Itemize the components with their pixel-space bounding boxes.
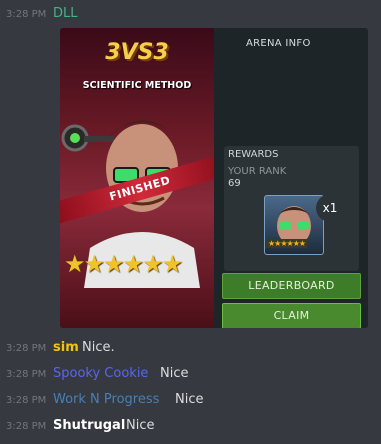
message-text: Nice [160,366,189,381]
message-text: Nice. [82,340,115,355]
message-1: 3:28 PM DLL [0,4,381,26]
message-text: Nice [126,418,155,433]
author-name[interactable]: DLL [53,6,78,21]
reward-stars: ★★★★★★ [266,239,308,248]
author-name[interactable]: Work N Progress [53,392,159,407]
arena-card: 3VS3 SCIENTIFIC METHOD FINISHED ★★★★★★ [60,28,230,328]
mode-title: 3VS3 [105,40,169,65]
rewards-label: REWARDS [228,149,279,160]
timestamp: 3:28 PM [6,343,47,354]
message-2: 3:28 PM sim Nice. [0,338,381,360]
author-name[interactable]: sim [53,340,79,355]
star-rating: ★★★★★★ [64,250,183,278]
author-name[interactable]: Spooky Cookie [53,366,148,381]
rewards-box: REWARDS YOUR RANK 69 x1 ★★★★★★ [224,146,359,271]
timestamp: 3:28 PM [6,369,47,380]
rank-label: YOUR RANK [228,166,287,177]
message-3: 3:28 PM Spooky Cookie Nice [0,364,381,386]
message-5: 3:28 PM Shutrugal Nice [0,416,381,438]
timestamp: 3:28 PM [6,395,47,406]
game-embed-image[interactable]: 3VS3 SCIENTIFIC METHOD FINISHED ★★★★★★ A… [60,28,368,328]
message-4: 3:28 PM Work N Progress Nice [0,390,381,412]
arena-info-panel: ARENA INFO REWARDS YOUR RANK 69 x1 ★★★★★… [214,28,368,328]
timestamp: 3:28 PM [6,421,47,432]
timestamp: 3:28 PM [6,9,47,20]
arena-info-title: ARENA INFO [246,38,311,49]
claim-button[interactable]: CLAIM [222,303,361,328]
author-name[interactable]: Shutrugal [53,418,125,433]
reward-quantity: x1 [316,194,344,222]
message-text: Nice [175,392,204,407]
rank-value: 69 [228,178,241,189]
arena-title: SCIENTIFIC METHOD [82,80,192,91]
leaderboard-button[interactable]: LEADERBOARD [222,273,361,299]
